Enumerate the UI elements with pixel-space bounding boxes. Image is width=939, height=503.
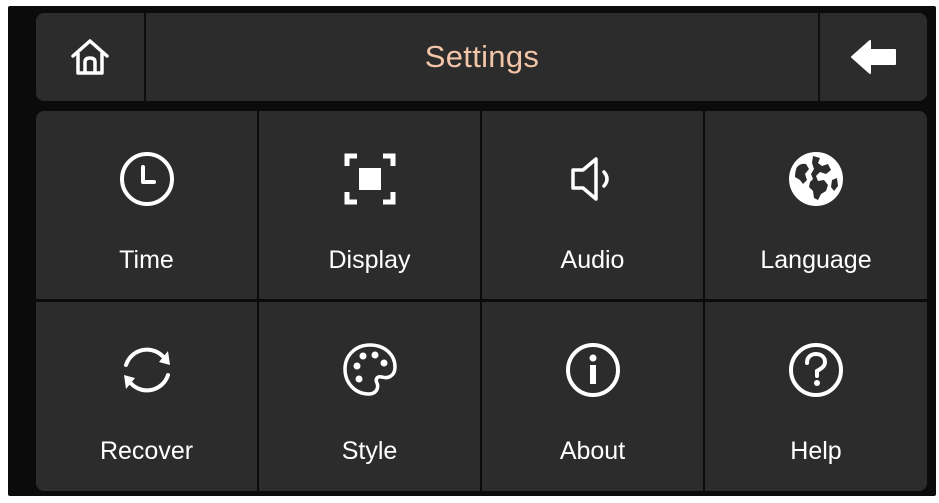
tile-label: Help (790, 437, 842, 465)
tile-label: Display (328, 246, 411, 274)
globe-icon (786, 149, 846, 209)
tile-help[interactable]: Help (705, 302, 927, 491)
tile-audio[interactable]: Audio (482, 111, 703, 299)
settings-screen: Settings Time Display Audio Language Rec… (8, 6, 936, 496)
tile-language[interactable]: Language (705, 111, 927, 299)
tile-label: About (559, 437, 626, 465)
home-button[interactable] (36, 13, 144, 101)
settings-grid: Time Display Audio Language Recover Styl… (36, 111, 927, 491)
info-icon (563, 340, 623, 400)
tile-time[interactable]: Time (36, 111, 257, 299)
header-bar: Settings (36, 13, 927, 101)
help-icon (786, 340, 846, 400)
tile-label: Audio (560, 246, 625, 274)
tile-display[interactable]: Display (259, 111, 480, 299)
tile-label: Recover (99, 437, 194, 465)
page-title: Settings (424, 39, 540, 74)
tile-label: Language (760, 246, 872, 274)
back-button[interactable] (820, 13, 927, 101)
tile-recover[interactable]: Recover (36, 302, 257, 491)
refresh-icon (117, 340, 177, 400)
palette-icon (340, 340, 400, 400)
tile-label: Time (119, 246, 174, 274)
home-icon (71, 39, 109, 75)
clock-icon (117, 149, 177, 209)
speaker-icon (563, 149, 623, 209)
display-icon (340, 149, 400, 209)
tile-label: Style (341, 437, 398, 465)
back-arrow-icon (850, 40, 896, 74)
tile-style[interactable]: Style (259, 302, 480, 491)
tile-about[interactable]: About (482, 302, 703, 491)
